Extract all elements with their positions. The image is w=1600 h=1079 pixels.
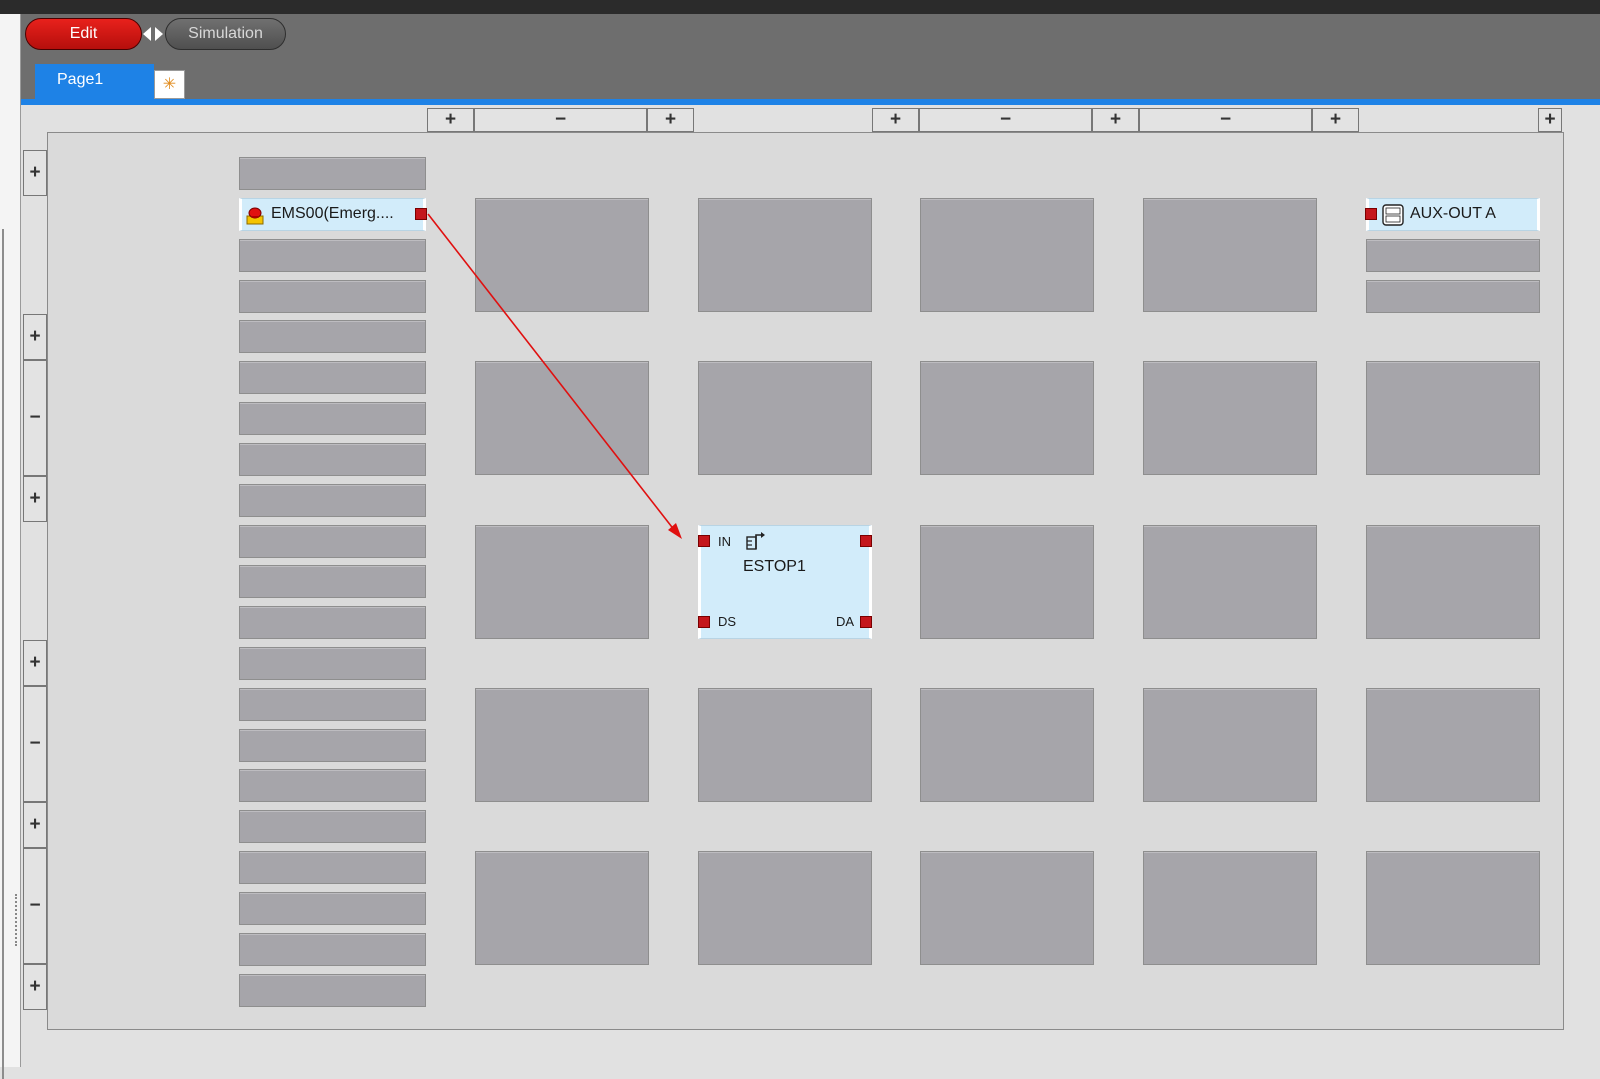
column-insert-button[interactable]: + — [647, 108, 694, 132]
row-insert-button[interactable]: + — [23, 964, 47, 1010]
column-insert-button[interactable]: + — [1312, 108, 1359, 132]
panel-splitter-grip[interactable] — [15, 894, 19, 946]
function-slot[interactable] — [475, 198, 649, 312]
input-slot[interactable] — [239, 729, 426, 762]
function-slot[interactable] — [1143, 688, 1317, 802]
tab-page1[interactable]: Page1 — [35, 64, 154, 100]
column-insert-button[interactable]: + — [1092, 108, 1139, 132]
column-remove-button[interactable]: − — [1139, 108, 1312, 132]
function-slot[interactable] — [698, 688, 872, 802]
column-remove-button[interactable]: − — [474, 108, 647, 132]
function-slot[interactable] — [698, 361, 872, 475]
input-slot[interactable] — [239, 525, 426, 558]
input-slot[interactable] — [239, 974, 426, 1007]
row-remove-button[interactable]: − — [23, 848, 47, 964]
input-slot[interactable] — [239, 892, 426, 925]
function-slot[interactable] — [475, 525, 649, 639]
edit-mode-button[interactable]: Edit — [25, 18, 142, 50]
input-slot[interactable] — [239, 484, 426, 517]
window-title-bar — [0, 0, 1600, 14]
in-port-label: IN — [718, 534, 731, 549]
row-insert-button[interactable]: + — [23, 150, 47, 196]
output-slot[interactable] — [1366, 851, 1540, 965]
column-insert-button[interactable]: + — [427, 108, 474, 132]
input-slot[interactable] — [239, 769, 426, 802]
input-output-port[interactable] — [415, 208, 427, 220]
function-slot[interactable] — [920, 851, 1094, 965]
function-slot[interactable] — [475, 361, 649, 475]
input-slot[interactable] — [239, 402, 426, 435]
input-slot[interactable] — [239, 443, 426, 476]
new-page-tab-button[interactable]: ✳ — [154, 70, 185, 99]
ds-port[interactable] — [698, 616, 710, 628]
simulation-mode-button[interactable]: Simulation — [165, 18, 286, 50]
output-block-label: AUX-OUT A — [1410, 205, 1496, 222]
output-input-port[interactable] — [1365, 208, 1377, 220]
left-side-panel — [0, 14, 21, 1079]
da-port-label: DA — [836, 614, 855, 629]
input-slot[interactable] — [239, 157, 426, 190]
mode-toggle-icon[interactable] — [141, 26, 165, 42]
output-slot[interactable] — [1366, 239, 1540, 272]
output-port[interactable] — [860, 535, 872, 547]
output-block-aux-out-a[interactable]: AUX-OUT A — [1366, 198, 1540, 231]
function-slot[interactable] — [1143, 851, 1317, 965]
output-slot[interactable] — [1366, 361, 1540, 475]
function-block-title: ESTOP1 — [743, 558, 806, 575]
row-remove-button[interactable]: − — [23, 360, 47, 476]
estop-function-icon — [746, 532, 765, 550]
function-slot[interactable] — [920, 688, 1094, 802]
side-panel-divider — [2, 229, 4, 1079]
input-slot[interactable] — [239, 320, 426, 353]
row-insert-button[interactable]: + — [23, 314, 47, 360]
column-insert-button[interactable]: + — [1538, 108, 1562, 132]
function-slot[interactable] — [1143, 525, 1317, 639]
function-slot[interactable] — [698, 198, 872, 312]
function-slot[interactable] — [920, 361, 1094, 475]
function-slot[interactable] — [475, 688, 649, 802]
input-slot[interactable] — [239, 647, 426, 680]
aux-out-icon — [1382, 204, 1404, 226]
row-remove-button[interactable]: − — [23, 686, 47, 802]
emergency-stop-icon — [246, 207, 264, 225]
input-slot[interactable] — [239, 239, 426, 272]
input-slot[interactable] — [239, 810, 426, 843]
output-slot[interactable] — [1366, 280, 1540, 313]
input-slot[interactable] — [239, 851, 426, 884]
function-slot[interactable] — [1143, 198, 1317, 312]
row-insert-button[interactable]: + — [23, 640, 47, 686]
sparkle-icon: ✳ — [162, 76, 177, 93]
input-slot[interactable] — [239, 565, 426, 598]
da-port[interactable] — [860, 616, 872, 628]
function-slot[interactable] — [698, 851, 872, 965]
input-slot[interactable] — [239, 280, 426, 313]
row-insert-button[interactable]: + — [23, 802, 47, 848]
input-block-ems00[interactable]: EMS00(Emerg.... — [239, 198, 426, 231]
ds-port-label: DS — [718, 614, 737, 629]
input-slot[interactable] — [239, 606, 426, 639]
input-slot[interactable] — [239, 361, 426, 394]
function-slot[interactable] — [1143, 361, 1317, 475]
function-slot[interactable] — [475, 851, 649, 965]
column-insert-button[interactable]: + — [872, 108, 919, 132]
input-slot[interactable] — [239, 688, 426, 721]
function-slot[interactable] — [920, 198, 1094, 312]
in-port[interactable] — [698, 535, 710, 547]
output-slot[interactable] — [1366, 525, 1540, 639]
row-insert-button[interactable]: + — [23, 476, 47, 522]
function-block-estop1[interactable]: IN ESTOP1 DS DA — [698, 525, 872, 639]
function-slot[interactable] — [920, 525, 1094, 639]
input-slot[interactable] — [239, 933, 426, 966]
input-block-label: EMS00(Emerg.... — [271, 205, 394, 222]
column-remove-button[interactable]: − — [919, 108, 1092, 132]
output-slot[interactable] — [1366, 688, 1540, 802]
